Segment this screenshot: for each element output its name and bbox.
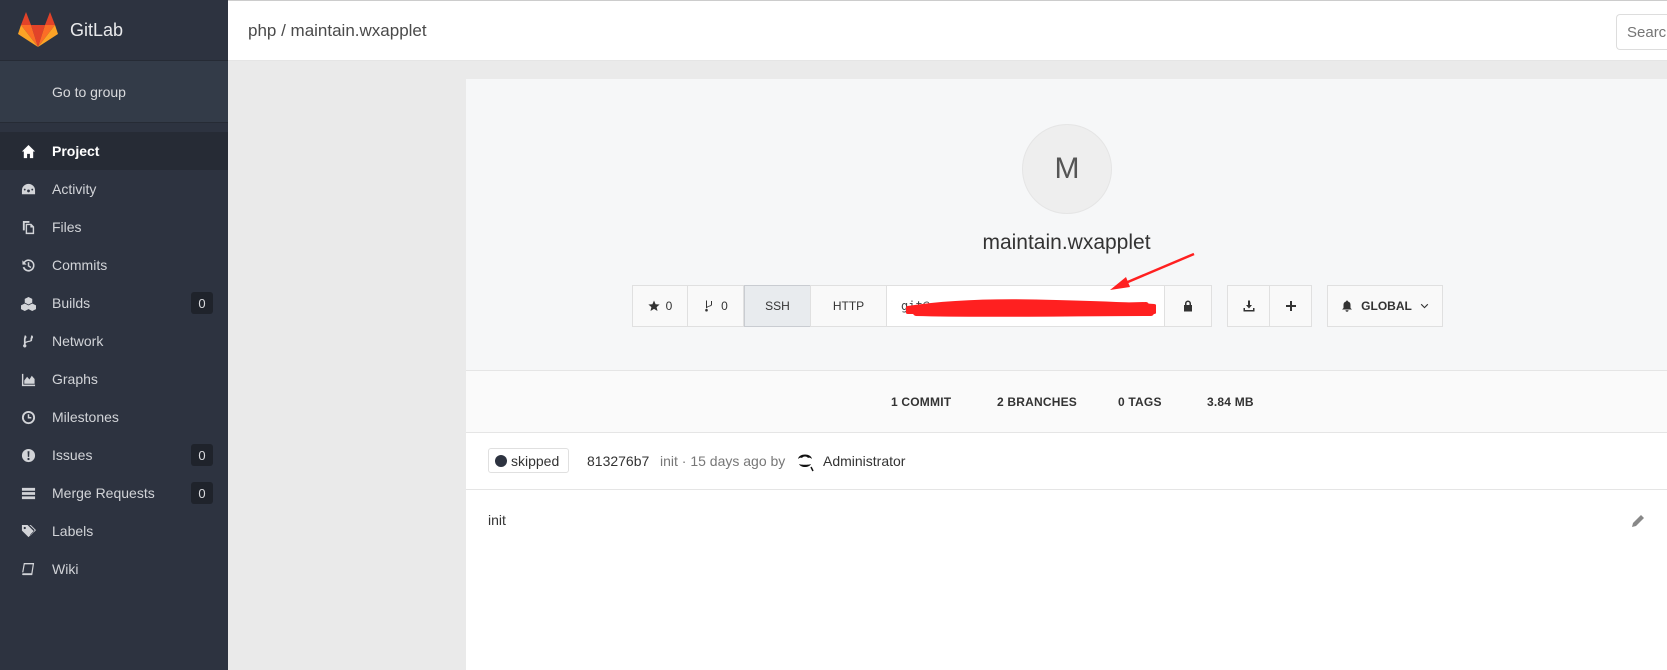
code-fork-icon [705,300,713,312]
search-input[interactable] [1616,14,1667,50]
star-icon [648,300,660,311]
project-hero: M maintain.wxapplet 0 0 SSH HTTP git@ wx… [466,79,1667,371]
sidebar-item-label: Project [52,143,100,159]
sidebar-item-label: Labels [52,523,94,539]
fork-button[interactable]: 0 [687,285,744,327]
build-status-badge[interactable]: skipped [488,448,570,473]
branches-stat-link[interactable]: 2 BRANCHES [997,395,1077,409]
http-button[interactable]: HTTP [810,285,887,327]
sidebar-item-label: Network [52,333,104,349]
top-header: php / maintain.wxapplet [228,0,1667,61]
notification-level-label: GLOBAL [1361,299,1412,313]
history-icon [20,257,36,273]
ssh-button[interactable]: SSH [744,285,811,327]
sidebar-item-label: Issues [52,447,93,463]
lock-button[interactable] [1164,285,1212,327]
area-chart-icon [20,371,36,387]
builds-count-badge: 0 [191,292,213,314]
issues-count-badge: 0 [191,444,213,466]
commit-author-link[interactable]: Administrator [823,453,905,469]
sidebar-item-label: Graphs [52,371,98,387]
sidebar-item-activity[interactable]: Activity [0,170,228,208]
tasks-icon [20,485,36,501]
code-fork-icon [20,333,36,349]
download-icon [1243,300,1254,312]
sidebar-item-project[interactable]: Project [0,132,228,170]
sidebar-item-graphs[interactable]: Graphs [0,360,228,398]
repo-size-stat: 3.84 MB [1207,395,1254,409]
sidebar-item-label: Activity [52,181,97,197]
book-icon [20,561,36,577]
bell-icon [1342,300,1353,312]
sidebar-item-commits[interactable]: Commits [0,246,228,284]
cubes-icon [20,295,36,311]
sidebar-item-issues[interactable]: Issues 0 [0,436,228,474]
download-button[interactable] [1227,285,1270,327]
sidebar-item-label: Files [52,219,82,235]
sidebar-item-label: Merge Requests [52,485,155,501]
build-status-label: skipped [511,452,560,469]
project-avatar: M [1022,124,1112,214]
commits-stat-link[interactable]: 1 COMMIT [891,395,951,409]
pencil-icon[interactable] [1631,514,1647,530]
gitlab-logo-icon [18,12,58,47]
sidebar: GitLab Go to group Project Activity File… [0,0,228,670]
sidebar-item-labels[interactable]: Labels [0,512,228,550]
project-title: maintain.wxapplet [982,231,1151,254]
home-icon [20,143,36,159]
sidebar-item-label: Wiki [52,561,79,577]
dashboard-icon [20,181,36,197]
sidebar-nav: Project Activity Files Commits Builds 0 … [0,132,228,588]
files-icon [20,219,36,235]
sidebar-item-network[interactable]: Network [0,322,228,360]
readme-section: init [466,490,1667,590]
author-avatar[interactable] [794,450,816,472]
clone-url-input[interactable]: git@ wxapplet.git [886,285,1165,327]
status-dot-icon [495,454,507,467]
add-button[interactable] [1269,285,1312,327]
commit-sha-link[interactable]: 813276b7 [587,453,649,469]
star-count: 0 [665,299,673,313]
star-button[interactable]: 0 [632,285,688,327]
readme-text: init [488,512,506,528]
sidebar-item-label: Builds [52,295,91,311]
brand[interactable]: GitLab [0,0,228,61]
plus-icon [1285,301,1296,311]
chevron-down-icon [1420,303,1429,308]
brand-name: GitLab [70,19,124,40]
breadcrumb[interactable]: php / maintain.wxapplet [248,21,427,41]
fork-count: 0 [721,299,728,313]
merge-requests-count-badge: 0 [191,482,213,504]
sidebar-item-files[interactable]: Files [0,208,228,246]
lock-icon [1184,300,1192,312]
tags-icon [20,523,36,539]
sidebar-item-wiki[interactable]: Wiki [0,550,228,588]
last-commit-row: skipped 813276b7 init · 15 days ago by A… [466,433,1667,490]
exclamation-circle-icon [20,447,36,463]
sidebar-item-label: Commits [52,257,108,273]
commit-meta: init · 15 days ago by [660,453,786,469]
go-to-group-link[interactable]: Go to group [0,61,228,123]
sidebar-item-label: Milestones [52,409,119,425]
project-stats: 1 COMMIT 2 BRANCHES 0 TAGS 3.84 MB [466,371,1667,433]
notification-dropdown[interactable]: GLOBAL [1327,285,1443,327]
tags-stat-link[interactable]: 0 TAGS [1118,395,1162,409]
clock-icon [20,409,36,425]
sidebar-item-builds[interactable]: Builds 0 [0,284,228,322]
sidebar-item-milestones[interactable]: Milestones [0,398,228,436]
sidebar-item-merge-requests[interactable]: Merge Requests 0 [0,474,228,512]
project-content: M maintain.wxapplet 0 0 SSH HTTP git@ wx… [466,79,1667,670]
